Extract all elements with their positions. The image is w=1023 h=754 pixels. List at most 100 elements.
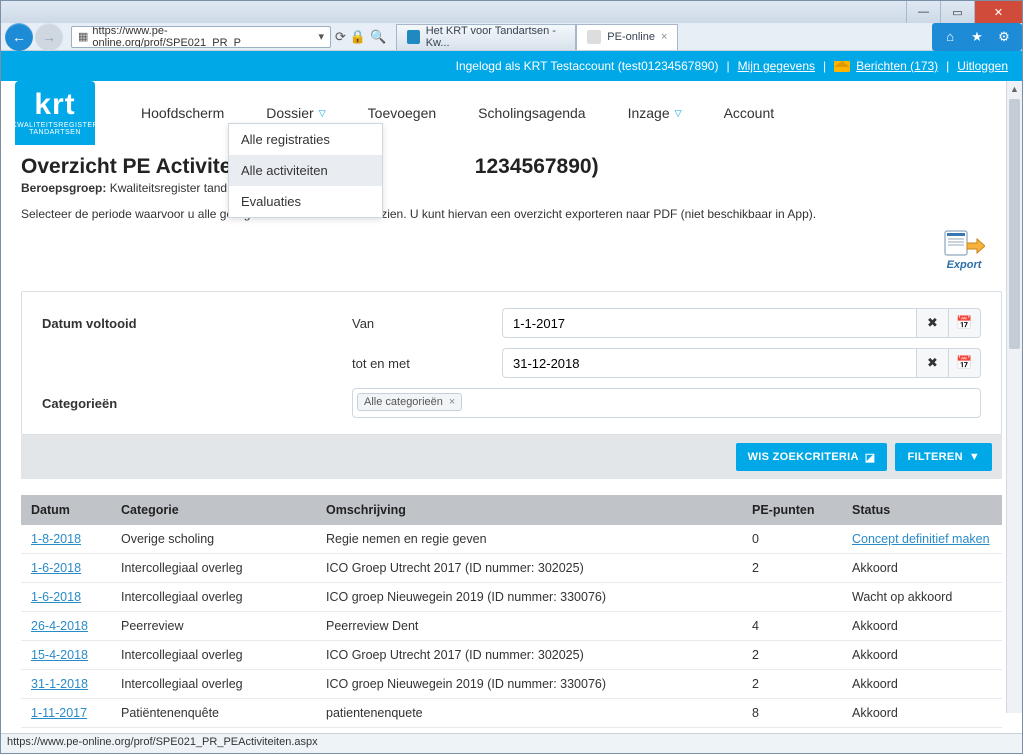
export-icon	[943, 229, 985, 259]
browser-tab-krt[interactable]: Het KRT voor Tandartsen - Kw...	[396, 24, 576, 50]
nav-toevoegen[interactable]: Toevoegen	[362, 101, 443, 125]
browser-status-bar: https://www.pe-online.org/prof/SPE021_PR…	[1, 733, 1022, 753]
datum-voltooid-label: Datum voltooid	[42, 316, 352, 331]
logo-text: krt	[34, 90, 75, 120]
row-category: Overige scholing	[111, 525, 316, 554]
calendar-van-icon[interactable]: 📅	[949, 308, 981, 338]
table-row: 1-8-2018Overige scholingRegie nemen en r…	[21, 525, 1002, 554]
row-status: Akkoord	[842, 554, 1002, 583]
row-date-link[interactable]: 1-11-2017	[31, 706, 87, 720]
row-description: ICO Groep Utrecht 2017 (ID nummer: 30202…	[316, 554, 742, 583]
row-date-link[interactable]: 1-6-2018	[31, 561, 81, 575]
row-status: Akkoord	[842, 641, 1002, 670]
th-pe-punten[interactable]: PE-punten	[742, 495, 842, 525]
browser-forward[interactable]: →	[35, 23, 63, 51]
calendar-tot-icon[interactable]: 📅	[949, 348, 981, 378]
scroll-up-icon[interactable]: ▲	[1007, 81, 1022, 97]
berichten-link[interactable]: Berichten (173)	[856, 59, 938, 73]
url-dropdown-icon[interactable]: ▾	[318, 30, 324, 43]
nav-account[interactable]: Account	[718, 101, 781, 125]
tot-date-input[interactable]	[502, 348, 917, 378]
table-row: 1-6-2018Intercollegiaal overlegICO groep…	[21, 583, 1002, 612]
row-description: ICO groep Nieuwegein 2019 (ID nummer: 33…	[316, 583, 742, 612]
van-date-input[interactable]	[502, 308, 917, 338]
row-description: visitatie KRT	[316, 728, 742, 734]
window-close[interactable]: ✕	[974, 1, 1022, 23]
clear-tot-date[interactable]: ✖	[917, 348, 949, 378]
category-chip: Alle categorieën ×	[357, 393, 462, 411]
row-status: Akkoord	[842, 670, 1002, 699]
categorieen-input[interactable]: Alle categorieën ×	[352, 388, 981, 418]
row-points: 4	[742, 612, 842, 641]
dd-alle-registraties[interactable]: Alle registraties	[229, 124, 382, 155]
export-button[interactable]: Export	[936, 229, 992, 271]
dd-evaluaties[interactable]: Evaluaties	[229, 186, 382, 217]
row-description: patientenenquete	[316, 699, 742, 728]
th-datum[interactable]: Datum	[21, 495, 111, 525]
search-icon[interactable]: 🔍	[370, 29, 386, 45]
tools-icon[interactable]: ⚙	[996, 29, 1012, 45]
window-minimize[interactable]: —	[906, 1, 940, 23]
favorites-icon[interactable]: ★	[969, 29, 985, 45]
wis-zoekcriteria-button[interactable]: WIS ZOEKCRITERIA ◪	[736, 443, 888, 471]
export-label: Export	[947, 259, 982, 271]
th-omschrijving[interactable]: Omschrijving	[316, 495, 742, 525]
row-date-link[interactable]: 26-4-2018	[31, 619, 88, 633]
chevron-down-icon: ▽	[319, 108, 326, 119]
row-date-link[interactable]: 1-6-2018	[31, 590, 81, 604]
eraser-icon: ◪	[865, 451, 876, 464]
scroll-thumb[interactable]	[1009, 99, 1020, 349]
filter-icon: ▼	[969, 451, 980, 463]
row-status: Akkoord	[842, 699, 1002, 728]
refresh-icon[interactable]: ⟳	[335, 29, 346, 45]
page-icon: ▦	[78, 30, 88, 43]
row-date-link[interactable]: 31-1-2018	[31, 677, 88, 691]
krt-logo[interactable]: krt KWALITEITSREGISTER TANDARTSEN	[15, 81, 95, 145]
row-points: 2	[742, 670, 842, 699]
address-bar[interactable]: ▦ https://www.pe-online.org/prof/SPE021_…	[71, 26, 331, 48]
page-description: Selecteer de periode waarvoor u alle ger…	[1, 207, 1022, 229]
mijn-gegevens-link[interactable]: Mijn gegevens	[738, 59, 815, 73]
row-date-link[interactable]: 15-4-2018	[31, 648, 88, 662]
row-category: Intercollegiaal overleg	[111, 554, 316, 583]
row-points: 0	[742, 525, 842, 554]
activities-table: Datum Categorie Omschrijving PE-punten S…	[21, 495, 1002, 733]
browser-back[interactable]: ←	[5, 23, 33, 51]
table-row: 1-11-2017Patiëntenenquêtepatientenenquet…	[21, 699, 1002, 728]
van-label: Van	[352, 316, 502, 331]
nav-dossier[interactable]: Dossier▽	[260, 101, 331, 125]
nav-scholingsagenda[interactable]: Scholingsagenda	[472, 101, 591, 125]
address-url: https://www.pe-online.org/prof/SPE021_PR…	[92, 26, 314, 48]
row-points: 8	[742, 699, 842, 728]
tab-label: PE-online	[607, 31, 655, 43]
row-category: Visitatie (gevisiteerd worden)	[111, 728, 316, 734]
close-tab-icon[interactable]: ×	[661, 31, 667, 43]
row-status: Akkoord	[842, 612, 1002, 641]
lock-icon: 🔒	[350, 29, 366, 45]
page-title: Overzicht PE Activiteiten K1234567890)	[1, 145, 1022, 181]
table-row: 26-4-2018PeerreviewPeerreview Dent4Akkoo…	[21, 612, 1002, 641]
row-date-link[interactable]: 1-8-2018	[31, 532, 81, 546]
mail-icon	[834, 61, 850, 72]
window-maximize[interactable]: ▭	[940, 1, 974, 23]
nav-hoofdscherm[interactable]: Hoofdscherm	[135, 101, 230, 125]
th-status[interactable]: Status	[842, 495, 1002, 525]
home-icon[interactable]: ⌂	[942, 29, 958, 45]
scrollbar[interactable]: ▲	[1006, 81, 1022, 713]
chip-remove-icon[interactable]: ×	[449, 396, 455, 408]
row-description: ICO Groep Utrecht 2017 (ID nummer: 30202…	[316, 641, 742, 670]
row-points: 12	[742, 728, 842, 734]
uitloggen-link[interactable]: Uitloggen	[957, 59, 1008, 73]
dossier-dropdown: Alle registraties Alle activiteiten Eval…	[228, 123, 383, 218]
favicon-icon	[407, 30, 419, 44]
dd-alle-activiteiten[interactable]: Alle activiteiten	[229, 155, 382, 186]
th-categorie[interactable]: Categorie	[111, 495, 316, 525]
chevron-down-icon: ▽	[675, 108, 682, 119]
row-description: ICO groep Nieuwegein 2019 (ID nummer: 33…	[316, 670, 742, 699]
row-points: 2	[742, 641, 842, 670]
browser-tab-peonline[interactable]: PE-online ×	[576, 24, 678, 50]
status-link[interactable]: Concept definitief maken	[852, 532, 990, 546]
nav-inzage[interactable]: Inzage▽	[622, 101, 688, 125]
clear-van-date[interactable]: ✖	[917, 308, 949, 338]
filteren-button[interactable]: FILTEREN ▼	[895, 443, 992, 471]
